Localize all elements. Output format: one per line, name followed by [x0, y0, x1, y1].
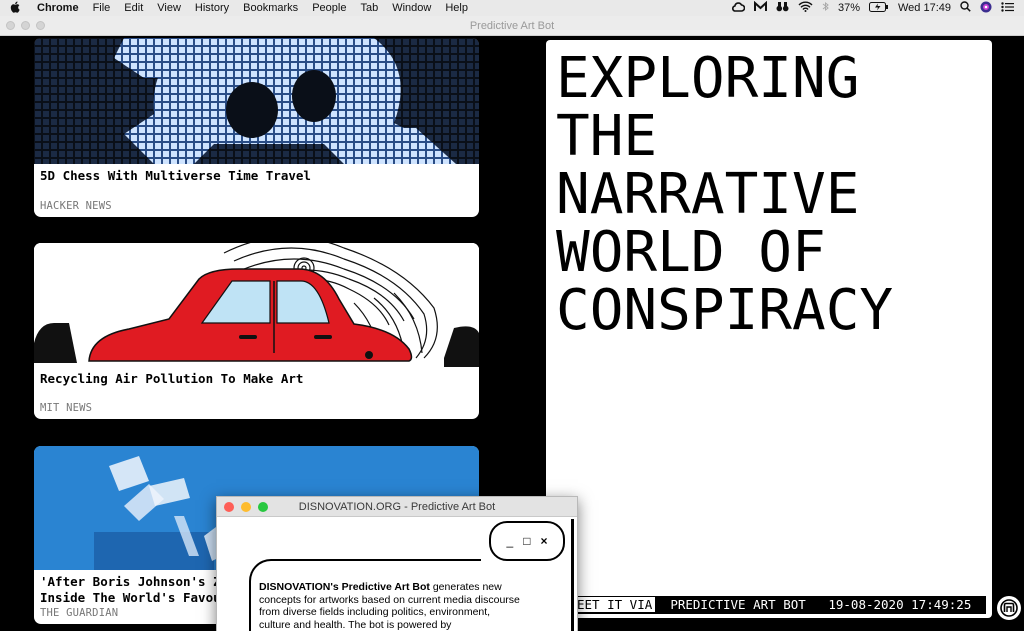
popup-title-bar[interactable]: DISNOVATION.ORG - Predictive Art Bot [217, 497, 577, 517]
popup-title: DISNOVATION.ORG - Predictive Art Bot [298, 500, 496, 513]
popup-body: _ □ × DISNOVATION's Predictive Art Bot g… [217, 517, 577, 631]
menu-app-chrome[interactable]: Chrome [30, 2, 86, 14]
menu-tab[interactable]: Tab [353, 2, 385, 14]
card-image-red-car [34, 243, 479, 367]
bluetooth-icon[interactable] [822, 1, 829, 15]
apple-icon[interactable] [0, 1, 30, 16]
creative-cloud-icon[interactable] [731, 1, 746, 15]
browser-title-bar: Predictive Art Bot [0, 16, 1024, 36]
wifi-icon[interactable] [798, 1, 813, 15]
concept-panel: EXPLORING THE NARRATIVE WORLD OF CONSPIR… [546, 40, 992, 618]
inner-minimize-button[interactable]: _ [507, 534, 514, 548]
card-source: THE GUARDIAN [40, 607, 119, 619]
concept-title-line: WORLD OF [556, 220, 826, 285]
minimize-window-button[interactable] [21, 21, 30, 30]
tweet-ticker[interactable]: EET IT VIA PREDICTIVE ART BOT 19-08-2020… [572, 596, 986, 614]
card-image-skull [34, 38, 479, 164]
popup-window-controls [224, 502, 268, 512]
menu-edit[interactable]: Edit [117, 2, 150, 14]
menu-window[interactable]: Window [385, 2, 438, 14]
card-headline[interactable]: 5D Chess With Multiverse Time Travel [34, 164, 479, 184]
status-area: 37% Wed 17:49 [731, 0, 1024, 16]
popup-scrollbar[interactable] [571, 519, 574, 631]
card-source: MIT NEWS [40, 402, 93, 414]
disnovation-logo-icon[interactable] [997, 596, 1021, 620]
news-card[interactable]: Recycling Air Pollution To Make Art MIT … [34, 243, 479, 419]
siri-icon[interactable] [980, 1, 992, 16]
card-source: HACKER NEWS [40, 200, 112, 212]
about-popup-window[interactable]: DISNOVATION.ORG - Predictive Art Bot _ □… [216, 496, 578, 631]
menu-bar: Chrome File Edit View History Bookmarks … [0, 0, 1024, 16]
inner-maximize-button[interactable]: □ [523, 534, 530, 548]
ticker-highlight[interactable]: EET IT VIA [574, 597, 656, 612]
clock[interactable]: Wed 17:49 [898, 2, 951, 14]
popup-zoom-button[interactable] [258, 502, 268, 512]
battery-percent: 37% [837, 2, 860, 14]
popup-close-button[interactable] [224, 502, 234, 512]
menu-file[interactable]: File [86, 2, 118, 14]
spotlight-search-icon[interactable] [960, 1, 971, 15]
menu-people[interactable]: People [305, 2, 353, 14]
inner-close-button[interactable]: × [540, 534, 547, 548]
battery-icon[interactable] [868, 1, 889, 15]
popup-description: DISNOVATION's Predictive Art Bot generat… [259, 581, 521, 631]
malwarebytes-icon[interactable] [753, 0, 767, 15]
popup-minimize-button[interactable] [241, 502, 251, 512]
ticker-text: PREDICTIVE ART BOT 19-08-2020 17:49:25 [655, 597, 972, 612]
concept-title-line: CONSPIRACY [556, 278, 894, 343]
concept-title-line: EXPLORING [556, 46, 860, 111]
card-headline[interactable]: Recycling Air Pollution To Make Art [34, 367, 479, 387]
concept-title-line: NARRATIVE [556, 162, 860, 227]
menu-help[interactable]: Help [438, 2, 475, 14]
browser-window-title: Predictive Art Bot [469, 19, 555, 32]
menu-history[interactable]: History [188, 2, 236, 14]
concept-title-line: THE [556, 104, 658, 169]
binoculars-icon[interactable] [776, 1, 789, 15]
menu-view[interactable]: View [150, 2, 188, 14]
close-window-button[interactable] [6, 21, 15, 30]
popup-inner-controls: _ □ × [489, 521, 565, 561]
news-card[interactable]: 5D Chess With Multiverse Time Travel HAC… [34, 38, 479, 217]
window-controls [6, 21, 45, 30]
notification-center-icon[interactable] [1001, 1, 1014, 15]
concept-title: EXPLORING THE NARRATIVE WORLD OF CONSPIR… [546, 40, 992, 340]
zoom-window-button[interactable] [36, 21, 45, 30]
menu-bookmarks[interactable]: Bookmarks [236, 2, 305, 14]
popup-description-bold: DISNOVATION's Predictive Art Bot [259, 581, 430, 593]
